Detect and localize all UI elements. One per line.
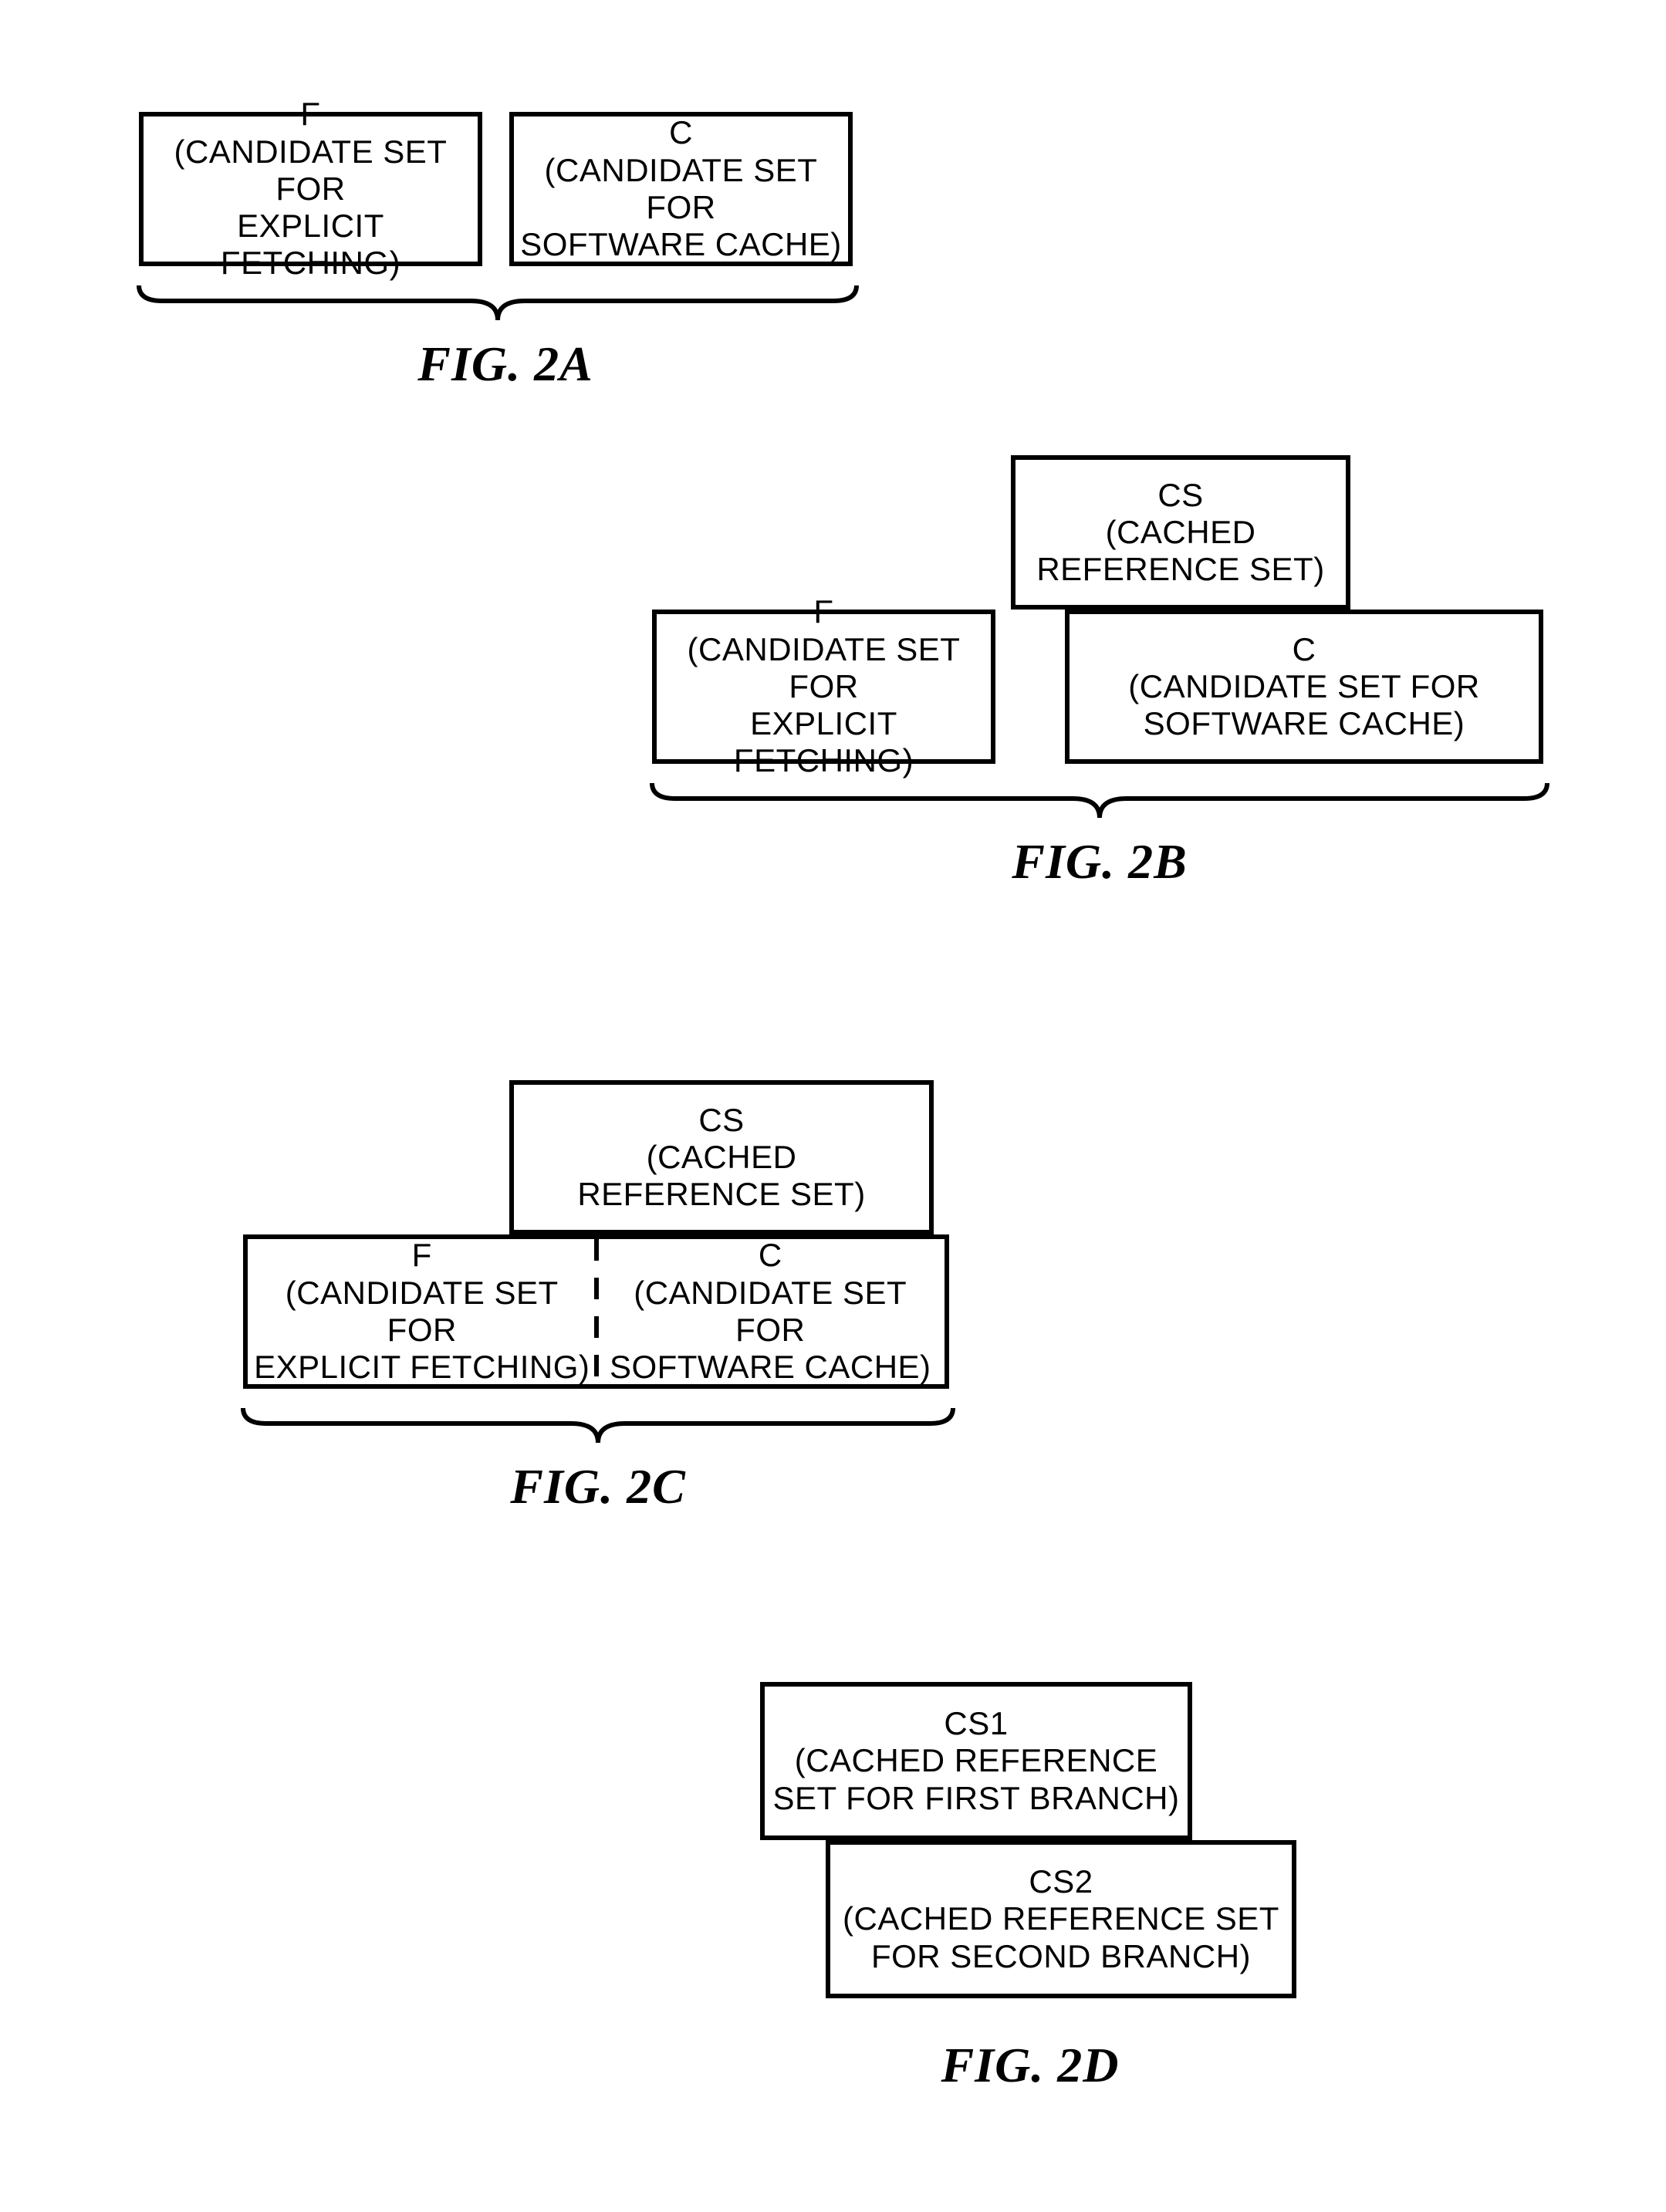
fig2a-brace bbox=[131, 282, 864, 328]
page: F (CANDIDATE SET FOREXPLICIT FETCHING) C… bbox=[0, 0, 1666, 2212]
fig2b-f-title: F bbox=[813, 593, 833, 630]
fig2b-box-cs: CS (CACHEDREFERENCE SET) bbox=[1011, 455, 1350, 610]
fig2b-cs-title: CS bbox=[1157, 477, 1203, 514]
fig2c-center-dash bbox=[593, 1239, 600, 1384]
fig2c-c-title: C bbox=[759, 1237, 782, 1274]
fig2b-caption: FIG. 2B bbox=[644, 833, 1555, 890]
fig2d-cs2-sub: (CACHED REFERENCE SETFOR SECOND BRANCH) bbox=[843, 1900, 1279, 1975]
fig2a-caption: FIG. 2A bbox=[139, 336, 872, 393]
fig2d-box-cs2: CS2 (CACHED REFERENCE SETFOR SECOND BRAN… bbox=[826, 1840, 1296, 1998]
fig2b-f-sub: (CANDIDATE SET FOREXPLICIT FETCHING) bbox=[663, 631, 985, 780]
fig2d-cs2-title: CS2 bbox=[1029, 1863, 1093, 1900]
fig2c-brace bbox=[235, 1404, 961, 1450]
fig2a-f-sub: (CANDIDATE SET FOREXPLICIT FETCHING) bbox=[150, 133, 471, 282]
fig2b-c-sub: (CANDIDATE SET FORSOFTWARE CACHE) bbox=[1128, 668, 1479, 743]
fig2a-c-title: C bbox=[669, 114, 693, 151]
fig2c-top-dash bbox=[509, 1231, 934, 1239]
fig2c-cs-title: CS bbox=[698, 1102, 744, 1139]
fig2c-cs-sub: (CACHEDREFERENCE SET) bbox=[577, 1139, 865, 1214]
fig2b-brace bbox=[644, 779, 1555, 826]
fig2c-c-sub: (CANDIDATE SET FORSOFTWARE CACHE) bbox=[596, 1275, 945, 1386]
fig2d-caption: FIG. 2D bbox=[760, 2037, 1300, 2094]
fig2c-f-sub: (CANDIDATE SET FOREXPLICIT FETCHING) bbox=[248, 1275, 596, 1386]
fig2d-cs1-sub: (CACHED REFERENCESET FOR FIRST BRANCH) bbox=[773, 1742, 1180, 1817]
fig2b-c-title: C bbox=[1293, 631, 1316, 668]
fig2a-box-f: F (CANDIDATE SET FOREXPLICIT FETCHING) bbox=[139, 112, 482, 266]
fig2b-box-c: C (CANDIDATE SET FORSOFTWARE CACHE) bbox=[1065, 610, 1543, 764]
fig2a-f-title: F bbox=[300, 96, 320, 133]
fig2b-box-f: F (CANDIDATE SET FOREXPLICIT FETCHING) bbox=[652, 610, 995, 764]
fig2c-f-title: F bbox=[412, 1237, 432, 1274]
fig2b-cs-sub: (CACHEDREFERENCE SET) bbox=[1036, 514, 1324, 589]
fig2a-box-c: C (CANDIDATE SET FORSOFTWARE CACHE) bbox=[509, 112, 853, 266]
fig2d-cs1-title: CS1 bbox=[944, 1705, 1008, 1742]
fig2d-box-cs1: CS1 (CACHED REFERENCESET FOR FIRST BRANC… bbox=[760, 1682, 1192, 1840]
fig2c-box-cs: CS (CACHEDREFERENCE SET) bbox=[509, 1080, 934, 1234]
fig2c-caption: FIG. 2C bbox=[235, 1458, 961, 1515]
fig2a-c-sub: (CANDIDATE SET FORSOFTWARE CACHE) bbox=[520, 152, 842, 264]
